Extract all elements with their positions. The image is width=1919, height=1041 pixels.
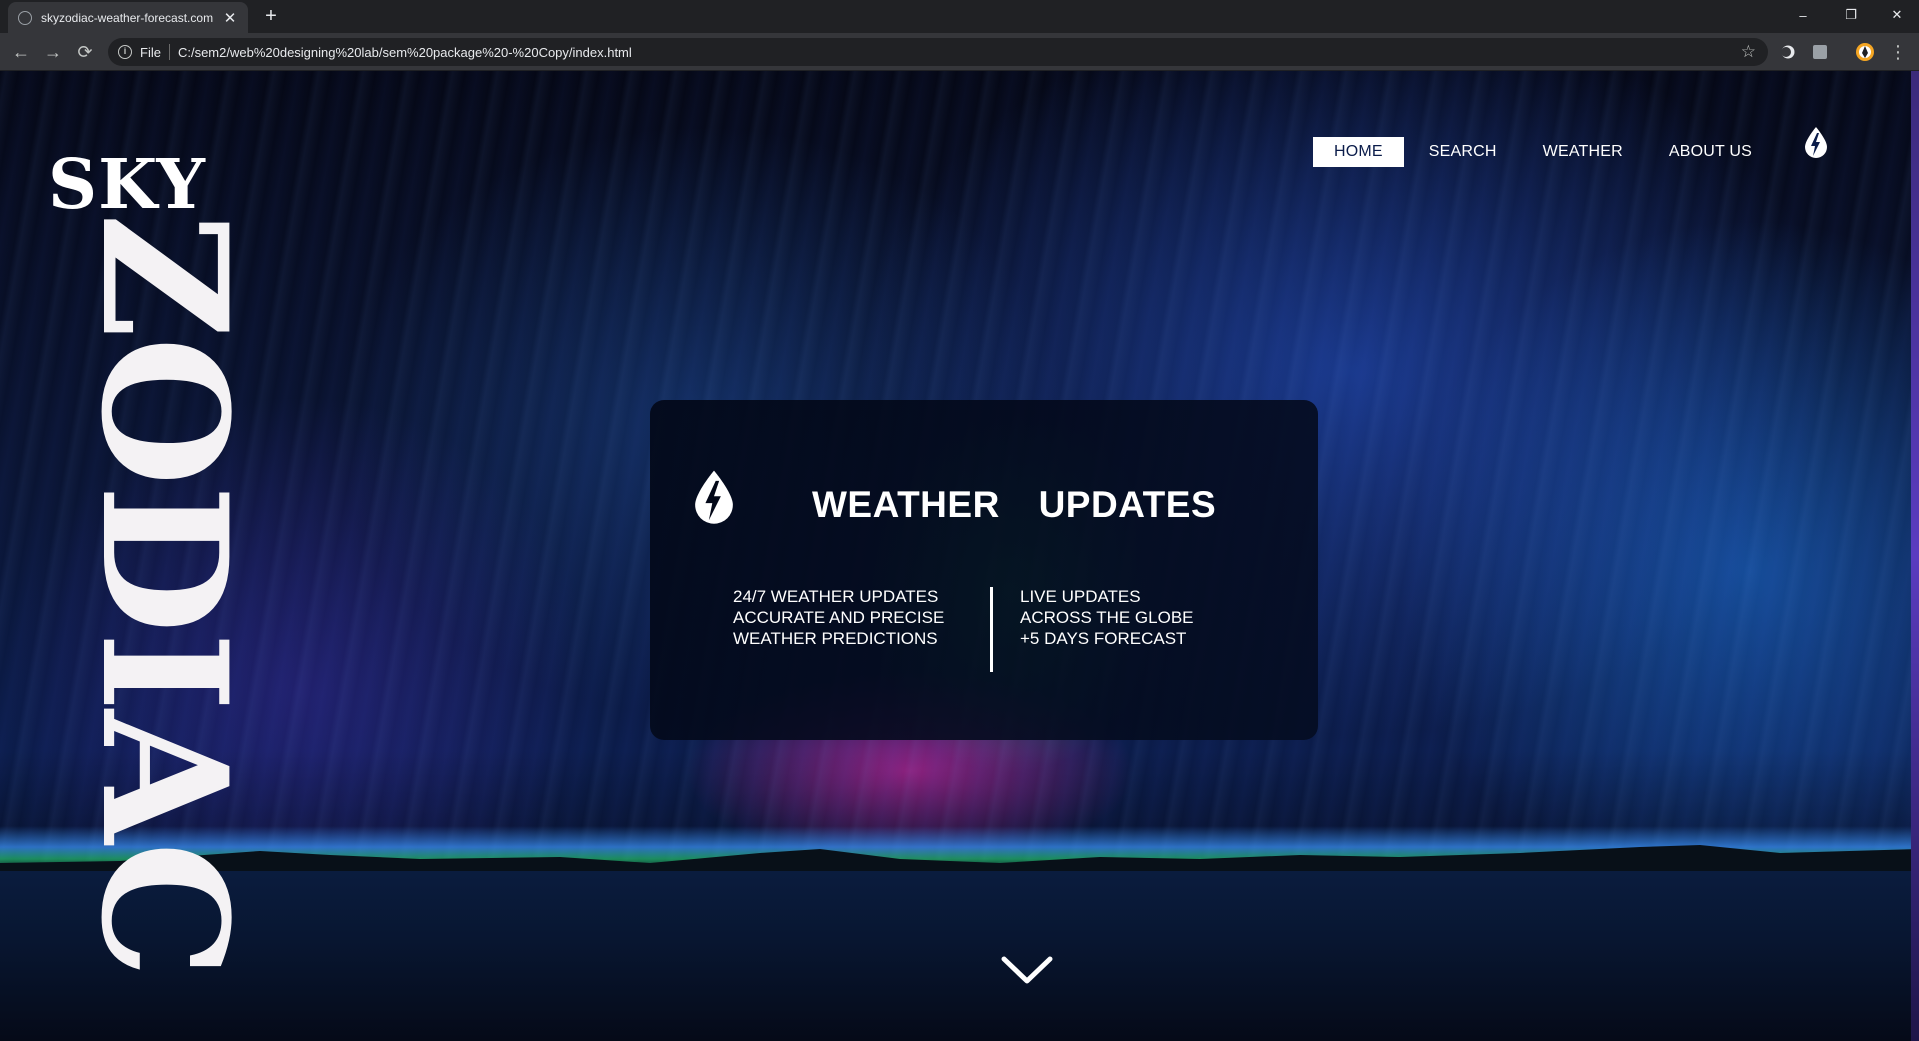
feature-line: ACROSS THE GLOBE: [1020, 608, 1194, 627]
tab-close-button[interactable]: ✕: [222, 9, 238, 27]
feature-line: +5 DAYS FORECAST: [1020, 629, 1187, 648]
globe-icon: [18, 10, 32, 25]
reload-button[interactable]: ⟳: [73, 40, 97, 64]
feature-line: WEATHER PREDICTIONS: [733, 629, 938, 648]
card-features-right: LIVE UPDATES ACROSS THE GLOBE +5 DAYS FO…: [1020, 586, 1194, 649]
brand-sky-text: SKY: [48, 145, 206, 225]
feature-line: ACCURATE AND PRECISE: [733, 608, 945, 627]
browser-tab[interactable]: skyzodiac-weather-forecast.com ✕: [8, 2, 248, 33]
lake-reflection: [0, 871, 1919, 1041]
url-text[interactable]: C:/sem2/web%20designing%20lab/sem%20pack…: [178, 45, 632, 60]
minimize-button[interactable]: –: [1781, 0, 1825, 30]
brand-zodiac-text: ZODIAC: [63, 213, 266, 977]
nav-about-us[interactable]: ABOUT US: [1648, 137, 1773, 167]
page-edge-accent: [1911, 71, 1919, 1041]
card-divider: [990, 587, 993, 672]
chrome-menu-button[interactable]: ⋮: [1886, 40, 1910, 64]
back-button[interactable]: ←: [9, 40, 33, 64]
chevron-down-icon[interactable]: [1000, 953, 1054, 987]
brand-logo[interactable]: SKY ZODIAC: [48, 143, 266, 976]
main-nav: HOME SEARCH WEATHER ABOUT US: [1309, 137, 1773, 167]
window-close-button[interactable]: ✕: [1875, 0, 1919, 30]
restore-button[interactable]: ❐: [1829, 0, 1873, 30]
card-features-left: 24/7 WEATHER UPDATES ACCURATE AND PRECIS…: [733, 586, 944, 649]
extension-circle-icon[interactable]: [1779, 43, 1797, 61]
extension-square-icon[interactable]: [1811, 43, 1829, 61]
scheme-label: File: [140, 44, 161, 60]
info-icon[interactable]: i: [118, 45, 132, 59]
lightning-drop-icon[interactable]: [1802, 126, 1830, 160]
address-divider: [168, 44, 170, 60]
weather-updates-card: WEATHER UPDATES 24/7 WEATHER UPDATES ACC…: [650, 400, 1318, 740]
forward-button[interactable]: →: [41, 40, 65, 64]
card-title: WEATHER UPDATES: [812, 484, 1217, 525]
feature-line: LIVE UPDATES: [1020, 587, 1141, 606]
address-bar[interactable]: i File C:/sem2/web%20designing%20lab/sem…: [108, 38, 1768, 66]
tab-title: skyzodiac-weather-forecast.com: [41, 10, 214, 25]
profile-avatar-icon[interactable]: [1855, 42, 1875, 62]
browser-tabstrip: skyzodiac-weather-forecast.com ✕ + – ❐ ✕: [0, 0, 1919, 33]
feature-line: 24/7 WEATHER UPDATES: [733, 587, 939, 606]
browser-toolbar: ← → ⟳ i File C:/sem2/web%20designing%20l…: [0, 33, 1919, 71]
bookmark-star-icon[interactable]: ☆: [1741, 42, 1756, 62]
new-tab-button[interactable]: +: [260, 5, 282, 27]
nav-weather[interactable]: WEATHER: [1522, 137, 1644, 167]
hero-section: SKY ZODIAC HOME SEARCH WEATHER ABOUT US …: [0, 71, 1919, 1041]
lightning-drop-icon: [695, 470, 733, 524]
nav-search[interactable]: SEARCH: [1408, 137, 1518, 167]
nav-home[interactable]: HOME: [1312, 137, 1404, 167]
